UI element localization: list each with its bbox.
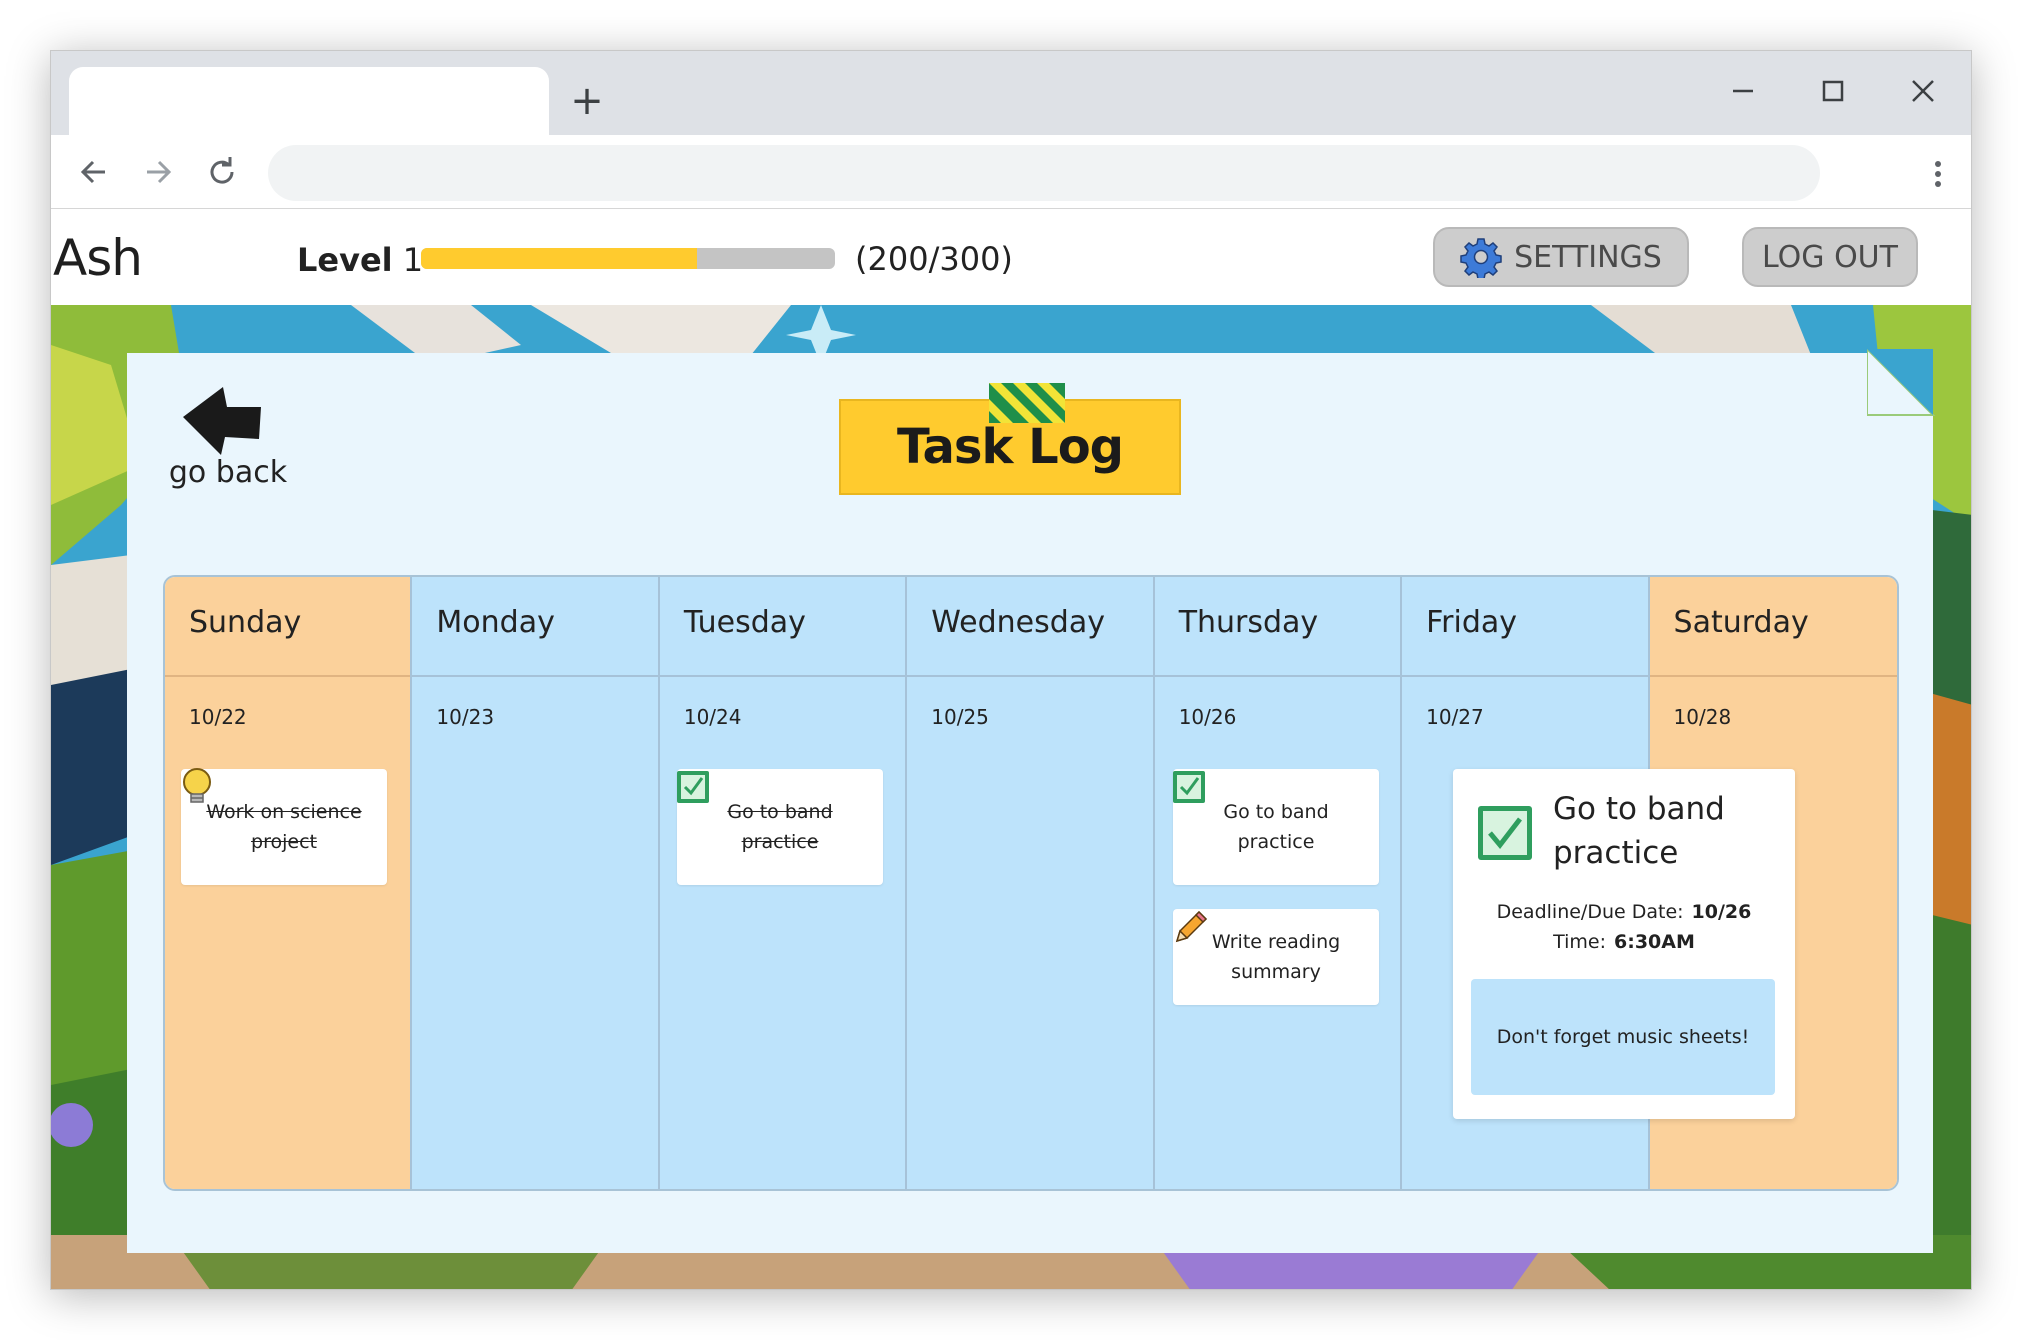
task-detail-card: Go to band practice Deadline/Due Date: 10…: [1453, 769, 1795, 1119]
checkbox-checked-icon: [1173, 771, 1205, 803]
go-back-button[interactable]: go back: [163, 383, 293, 493]
maximize-icon[interactable]: [1803, 61, 1863, 121]
day-name: Saturday: [1649, 577, 1897, 677]
address-bar[interactable]: [268, 145, 1820, 201]
task-detail-title: Go to band practice: [1553, 791, 1725, 871]
day-date: 10/27: [1426, 705, 1484, 729]
deadline-row: Deadline/Due Date: 10/26: [1453, 901, 1795, 923]
browser-tab[interactable]: [69, 67, 549, 135]
page-fold-decoration: [1867, 349, 1936, 416]
gear-icon: [1460, 238, 1502, 278]
day-name: Wednesday: [907, 577, 1153, 677]
washi-tape-decoration: [989, 383, 1065, 423]
day-column-wednesday: Wednesday 10/25: [907, 577, 1155, 1189]
browser-window: + Ash Level 1 (200/300) SETTINGS LOG OUT…: [50, 50, 1972, 1290]
deadline-label: Deadline/Due Date:: [1496, 901, 1684, 923]
day-name: Friday: [1402, 577, 1648, 677]
go-back-label: go back: [168, 455, 288, 490]
checkbox-checked-icon: [1478, 806, 1532, 860]
deadline-value: 10/26: [1691, 901, 1752, 923]
day-date: 10/22: [189, 705, 247, 729]
level-label: Level 1: [297, 241, 423, 279]
left-arrow-icon: [183, 387, 261, 455]
day-name: Tuesday: [659, 577, 906, 677]
tab-strip: +: [51, 51, 1971, 135]
task-text: Go to band practice: [727, 801, 833, 853]
task-card-thursday-1[interactable]: Go to band practice: [1173, 769, 1379, 885]
pencil-icon: [1175, 910, 1207, 943]
back-arrow-icon[interactable]: [67, 145, 121, 199]
new-tab-button[interactable]: +: [561, 75, 613, 127]
day-date: 10/23: [436, 705, 495, 729]
day-name: Thursday: [1154, 577, 1401, 677]
task-text: Work on science project: [206, 801, 362, 853]
task-card-thursday-2[interactable]: Write reading summary: [1173, 909, 1379, 1005]
task-text: Go to band practice: [1223, 801, 1329, 853]
time-label: Time:: [1553, 931, 1607, 953]
xp-progress-fill: [421, 248, 697, 269]
time-value: 6:30AM: [1614, 931, 1695, 953]
day-name: Sunday: [165, 577, 411, 677]
checkbox-checked-icon: [677, 771, 709, 803]
forward-arrow-icon[interactable]: [131, 145, 185, 199]
task-card-sunday[interactable]: Work on science project: [181, 768, 387, 885]
day-column-monday: Monday 10/23: [412, 577, 660, 1189]
xp-progress-text: (200/300): [855, 240, 1013, 278]
logout-button[interactable]: LOG OUT: [1742, 227, 1918, 287]
reload-icon[interactable]: [195, 145, 249, 199]
lightbulb-icon: [183, 768, 211, 803]
kebab-menu-icon[interactable]: [1918, 147, 1958, 201]
task-card-tuesday[interactable]: Go to band practice: [677, 769, 883, 885]
xp-progress-bar: [421, 248, 835, 269]
day-name: Monday: [412, 577, 658, 677]
day-date: 10/24: [683, 705, 742, 729]
task-log-panel: go back Task Log Sunday 10/22 Monday 10/…: [127, 349, 1936, 1253]
task-note: Don't forget music sheets!: [1471, 979, 1775, 1095]
day-date: 10/26: [1178, 705, 1237, 729]
minimize-icon[interactable]: [1713, 61, 1773, 121]
settings-label: SETTINGS: [1514, 239, 1662, 275]
level-prefix: Level: [297, 241, 393, 279]
username: Ash: [53, 229, 143, 287]
logout-label: LOG OUT: [1762, 239, 1898, 275]
page-title: Task Log: [839, 383, 1181, 495]
day-date: 10/28: [1673, 705, 1732, 729]
day-date: 10/25: [931, 705, 989, 729]
app-header: Ash Level 1 (200/300) SETTINGS LOG OUT: [51, 209, 1971, 305]
browser-toolbar: [51, 135, 1971, 209]
settings-button[interactable]: SETTINGS: [1433, 227, 1689, 287]
close-icon[interactable]: [1893, 61, 1953, 121]
task-text: Write reading summary: [1211, 931, 1341, 983]
time-row: Time: 6:30AM: [1453, 931, 1795, 953]
